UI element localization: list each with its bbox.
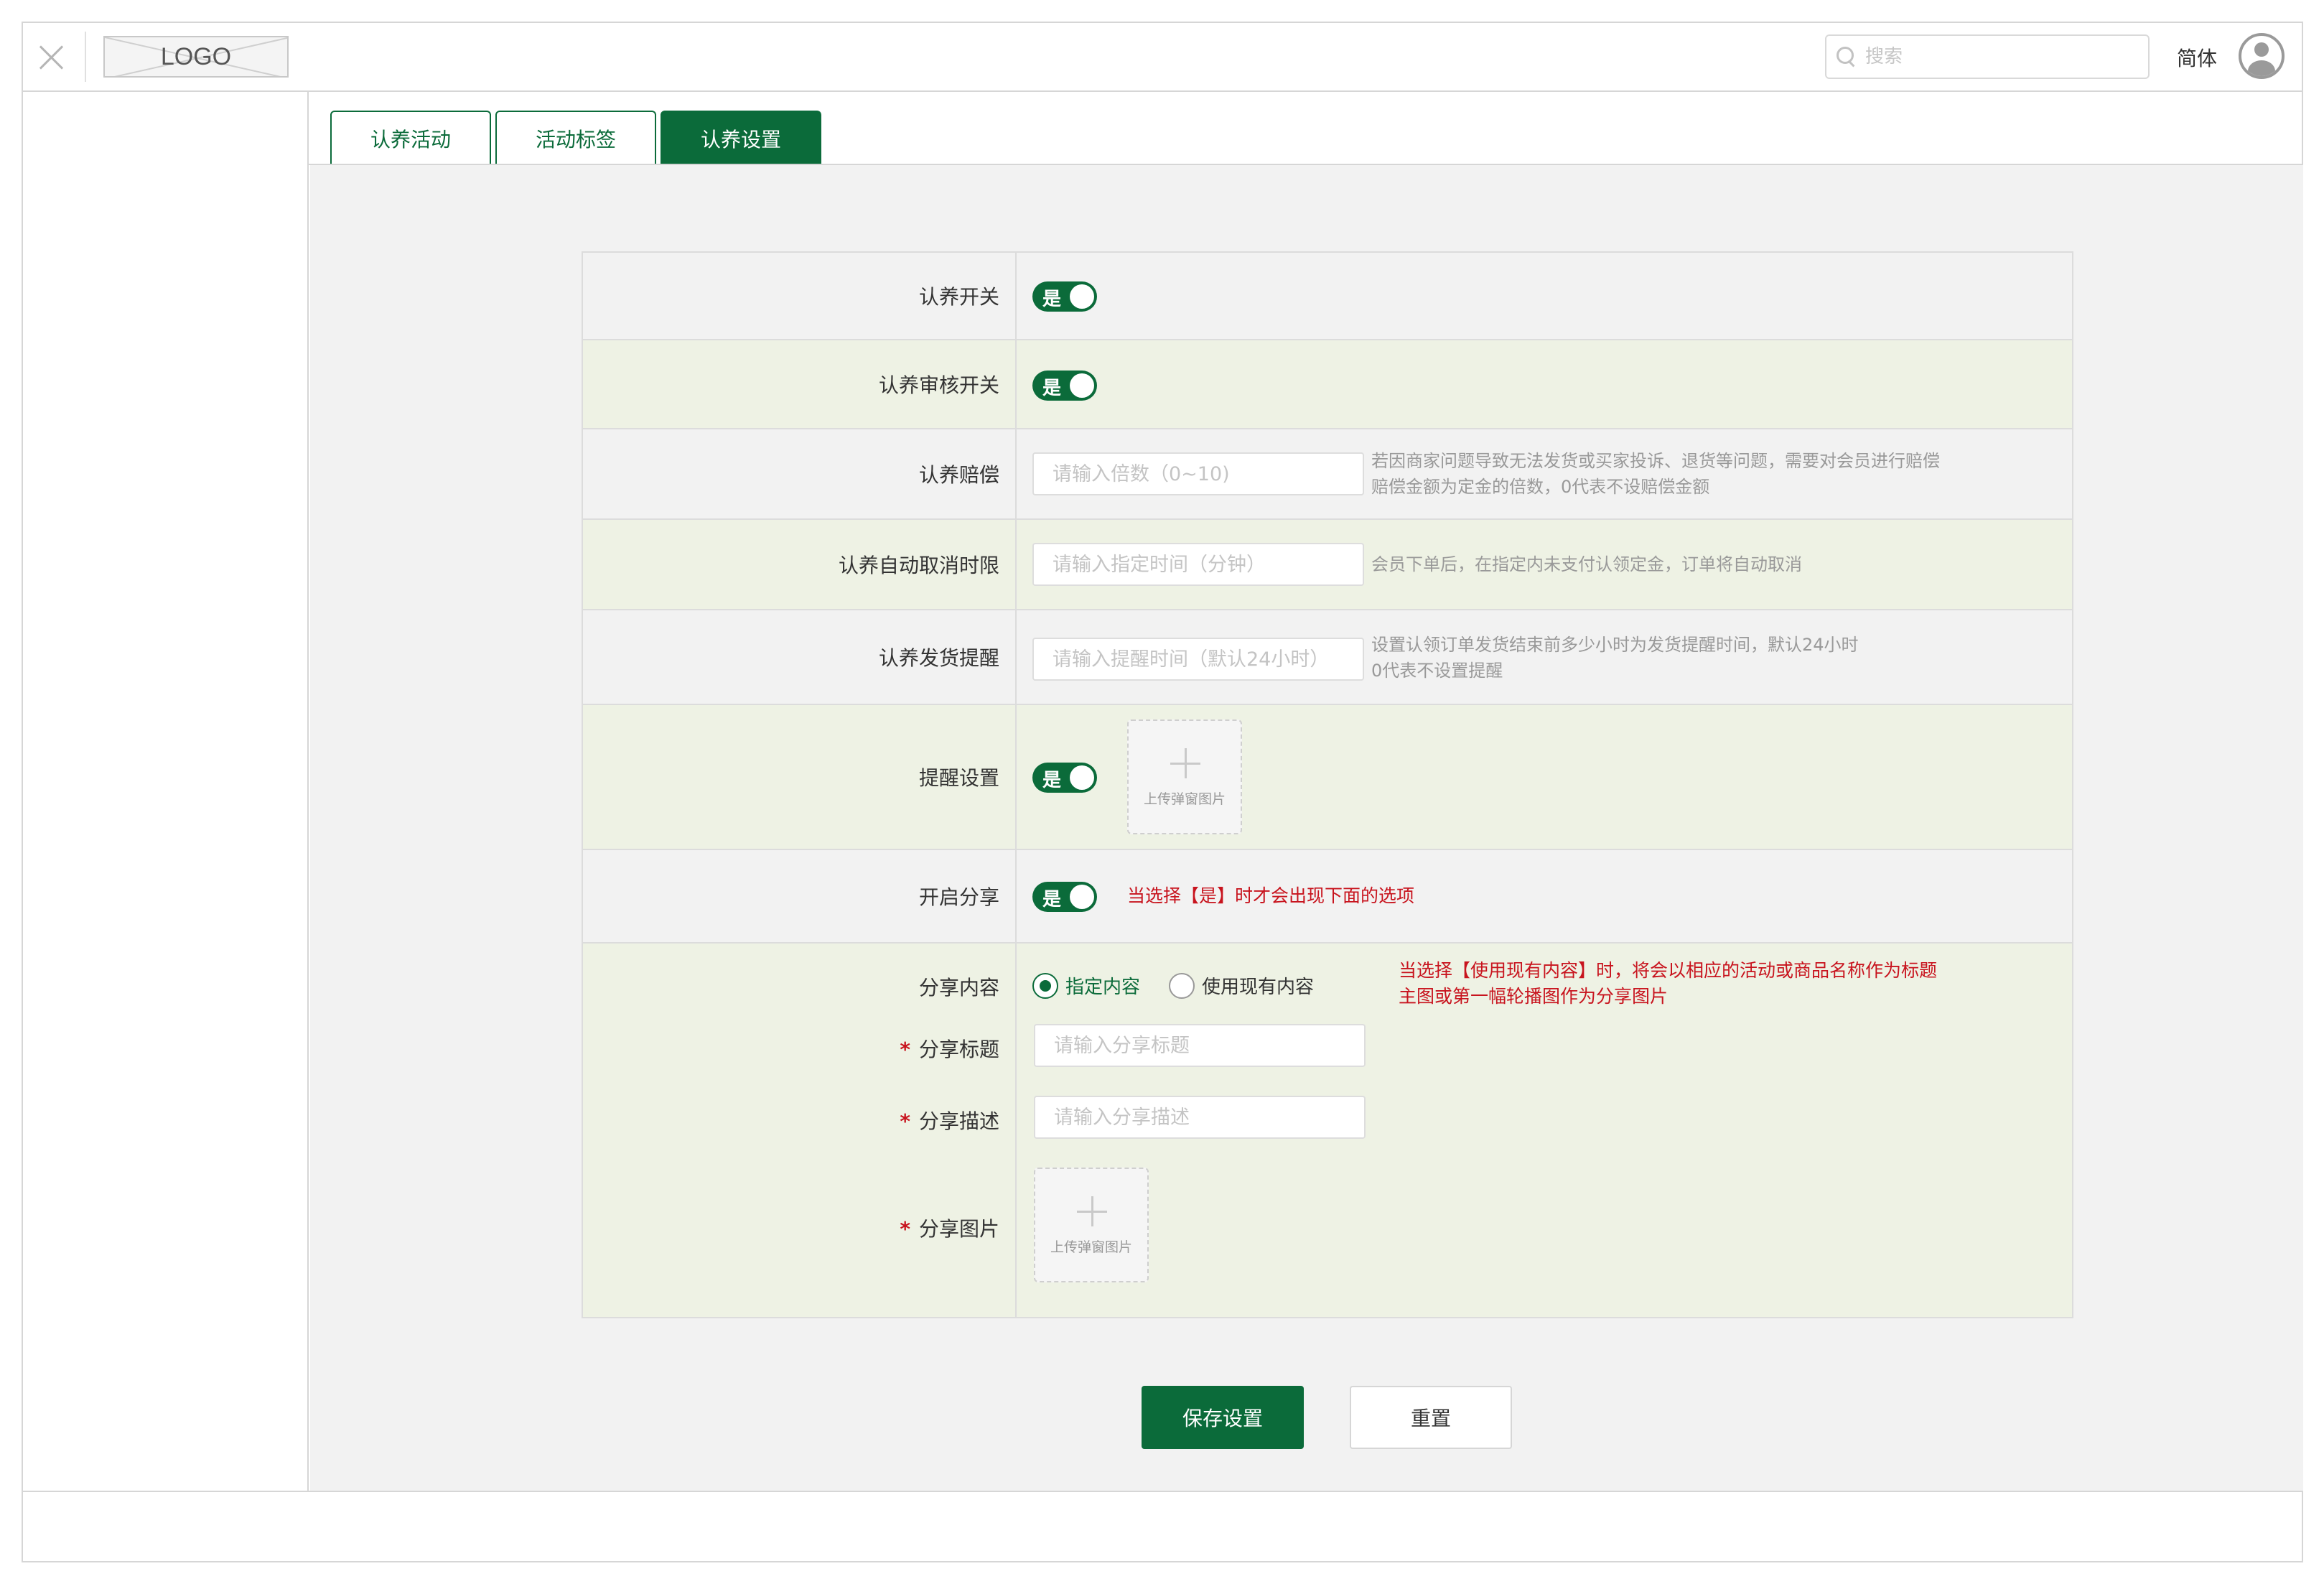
upload-text: 上传弹窗图片 <box>1050 1239 1132 1255</box>
row-ship-reminder: 认养发货提醒 设置认领订单发货结束前多少小时为发货提醒时间，默认24小时 0代表… <box>583 610 2072 705</box>
logo: LOGO <box>103 36 289 78</box>
toggle-text: 是 <box>1042 378 1062 399</box>
row-share-enable: 开启分享 是 当选择【是】时才会出现下面的选项 <box>583 850 2072 944</box>
top-bar: LOGO 简体 <box>23 23 2302 92</box>
share-desc-label: * 分享描述 <box>900 1109 999 1133</box>
share-title-input[interactable] <box>1034 1024 1366 1067</box>
reminder-toggle[interactable]: 是 <box>1032 763 1097 793</box>
audit-toggle[interactable]: 是 <box>1032 371 1097 401</box>
tab-adopt-settings[interactable]: 认养设置 <box>661 111 821 165</box>
radio-existing-content[interactable]: 使用现有内容 <box>1169 972 1314 999</box>
logo-text: LOGO <box>160 42 232 70</box>
settings-form: 认养开关 是 认养审核开关 是 认养赔偿 若因商家 <box>582 251 2073 1318</box>
auto-cancel-hint: 会员下单后，在指定内未支付认领定金，订单将自动取消 <box>1371 554 1802 574</box>
toggle-knob <box>1070 373 1094 398</box>
ship-reminder-hint: 设置认领订单发货结束前多少小时为发货提醒时间，默认24小时 0代表不设置提醒 <box>1371 635 1859 681</box>
share-toggle[interactable]: 是 <box>1032 882 1097 912</box>
plus-icon <box>1170 748 1200 778</box>
row-compensation: 认养赔偿 若因商家问题导致无法发货或买家投诉、退货等问题，需要对会员进行赔偿 赔… <box>583 429 2072 520</box>
field-label: 认养审核开关 <box>583 340 1017 428</box>
field-label: 认养开关 <box>583 253 1017 339</box>
radio-specified-content[interactable]: 指定内容 <box>1032 972 1140 999</box>
user-avatar-icon[interactable] <box>2239 33 2285 79</box>
upload-text: 上传弹窗图片 <box>1143 791 1226 807</box>
share-content-note: 当选择【使用现有内容】时，将会以相应的活动或商品名称作为标题 主图或第一幅轮播图… <box>1399 960 1938 1007</box>
search-input[interactable] <box>1865 46 2138 67</box>
divider <box>85 32 86 82</box>
toggle-text: 是 <box>1042 289 1062 310</box>
radio-unchecked-icon <box>1169 972 1195 999</box>
toggle-knob <box>1070 284 1094 309</box>
search-icon <box>1837 47 1857 67</box>
share-content-radio-group: 指定内容 使用现有内容 <box>1032 972 1343 999</box>
row-adopt-switch: 认养开关 是 <box>583 253 2072 340</box>
toggle-knob <box>1070 885 1094 909</box>
field-label: 开启分享 <box>583 850 1017 942</box>
plus-icon <box>1077 1196 1107 1226</box>
share-title-label: * 分享标题 <box>900 1038 999 1061</box>
share-image-upload[interactable]: 上传弹窗图片 <box>1034 1168 1149 1282</box>
adopt-toggle[interactable]: 是 <box>1032 281 1097 312</box>
footer-divider <box>23 1491 2302 1492</box>
share-image-label: * 分享图片 <box>900 1217 999 1241</box>
reset-button[interactable]: 重置 <box>1350 1386 1512 1449</box>
toggle-knob <box>1070 765 1094 790</box>
toggle-text: 是 <box>1042 770 1062 791</box>
tab-bar: 认养活动 活动标签 认养设置 <box>330 111 826 165</box>
toggle-text: 是 <box>1042 889 1062 910</box>
share-enable-note: 当选择【是】时才会出现下面的选项 <box>1127 885 1415 906</box>
popup-image-upload[interactable]: 上传弹窗图片 <box>1127 719 1242 834</box>
row-audit-switch: 认养审核开关 是 <box>583 340 2072 429</box>
row-share-details: 分享内容 * 分享标题 * 分享描述 * 分享图片 指定内容 使用现有内容 当选择【使… <box>583 944 2072 1317</box>
compensation-hint: 若因商家问题导致无法发货或买家投诉、退货等问题，需要对会员进行赔偿 赔偿金额为定… <box>1371 451 1940 497</box>
share-content-label: 分享内容 <box>918 976 999 1000</box>
app-window: LOGO 简体 认养活动 活动标签 认养设置 认养开关 是 认养审核开关 <box>22 22 2303 1562</box>
field-label: 认养自动取消时限 <box>583 520 1017 609</box>
close-icon[interactable] <box>39 45 65 70</box>
field-label: 认养赔偿 <box>583 429 1017 518</box>
tab-activity-tags[interactable]: 活动标签 <box>495 111 656 165</box>
radio-checked-icon <box>1032 972 1058 999</box>
ship-reminder-input[interactable] <box>1032 638 1364 681</box>
tab-underline <box>309 164 2303 165</box>
row-auto-cancel: 认养自动取消时限 会员下单后，在指定内未支付认领定金，订单将自动取消 <box>583 520 2072 610</box>
auto-cancel-input[interactable] <box>1032 543 1364 586</box>
save-settings-button[interactable]: 保存设置 <box>1142 1386 1304 1449</box>
language-switch[interactable]: 简体 <box>2177 43 2217 72</box>
compensation-input[interactable] <box>1032 452 1364 495</box>
tab-adopt-activity[interactable]: 认养活动 <box>330 111 491 165</box>
row-reminder-setting: 提醒设置 是 上传弹窗图片 <box>583 705 2072 850</box>
field-label: 认养发货提醒 <box>583 610 1017 704</box>
share-desc-input[interactable] <box>1034 1096 1366 1139</box>
search-box[interactable] <box>1825 34 2150 79</box>
sidebar <box>23 92 309 1491</box>
field-label: 提醒设置 <box>583 705 1017 849</box>
